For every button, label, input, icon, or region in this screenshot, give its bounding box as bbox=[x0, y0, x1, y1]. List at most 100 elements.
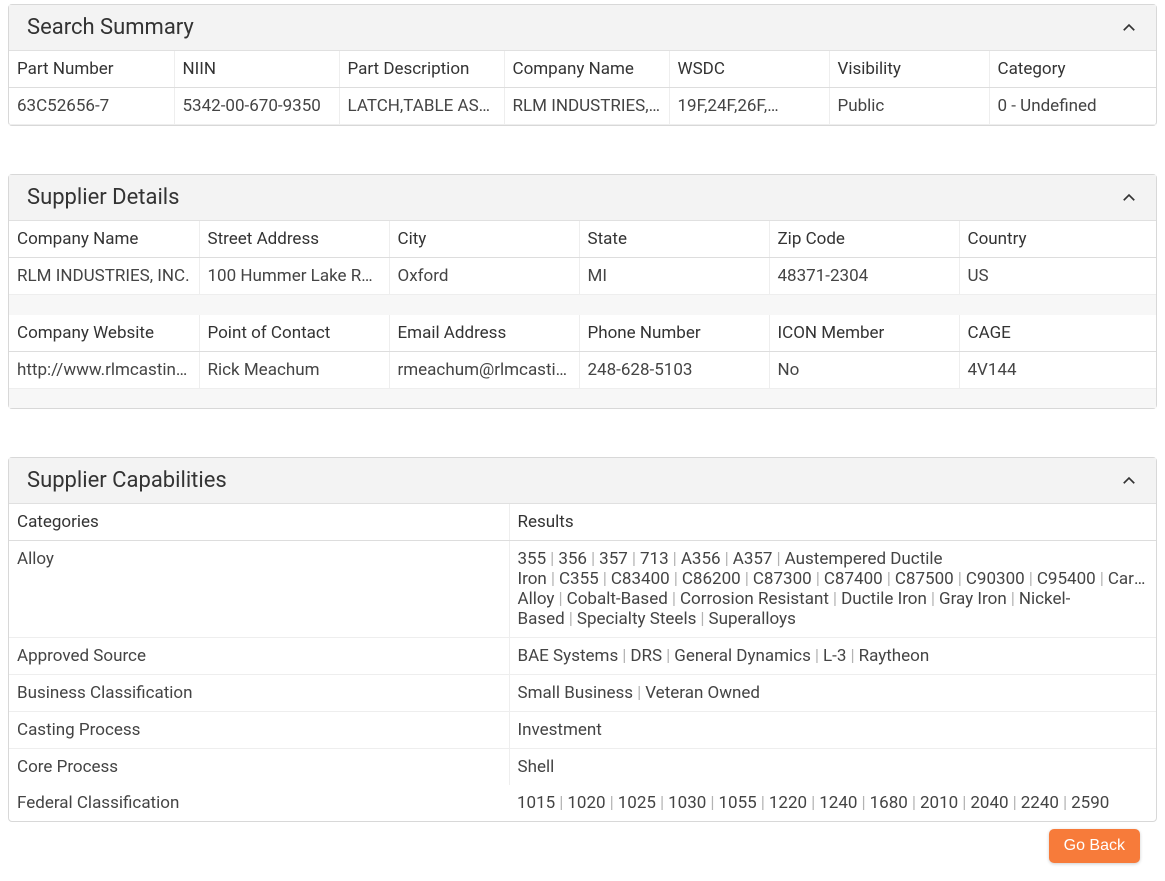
result-value: 2040 bbox=[970, 793, 1008, 813]
separator: | bbox=[1007, 589, 1019, 609]
cell-results: 355|356|357|713|A356|A357|Austempered Du… bbox=[509, 541, 1156, 638]
col-website: Company Website bbox=[9, 315, 199, 352]
separator: | bbox=[811, 646, 823, 666]
separator: | bbox=[846, 646, 858, 666]
chevron-up-icon bbox=[1120, 189, 1138, 207]
cell-category: Alloy bbox=[9, 541, 509, 638]
col-icon-member: ICON Member bbox=[769, 315, 959, 352]
result-value: C87500 bbox=[895, 569, 954, 589]
col-poc: Point of Contact bbox=[199, 315, 389, 352]
cutoff-category: Federal Classification bbox=[9, 785, 509, 821]
result-value: 2010 bbox=[920, 793, 958, 813]
result-value: Cobalt-Based bbox=[567, 589, 668, 609]
separator: | bbox=[554, 589, 566, 609]
result-value: Gray Iron bbox=[939, 589, 1007, 609]
result-value: 2590 bbox=[1071, 793, 1109, 813]
col-phone: Phone Number bbox=[579, 315, 769, 352]
col-street: Street Address bbox=[199, 221, 389, 258]
cell-website: http://www.rlmcasting… bbox=[9, 351, 199, 388]
cutoff-results: 1015|1020|1025|1030|1055|1220|1240|1680|… bbox=[509, 785, 1117, 821]
cell-city: Oxford bbox=[389, 258, 579, 295]
table-row[interactable]: RLM INDUSTRIES, INC. 100 Hummer Lake Roa… bbox=[9, 258, 1156, 295]
col-cage: CAGE bbox=[959, 315, 1156, 352]
cell-poc: Rick Meachum bbox=[199, 351, 389, 388]
separator: | bbox=[1009, 793, 1021, 813]
supplier-capabilities-header[interactable]: Supplier Capabilities bbox=[9, 458, 1156, 504]
go-back-button[interactable]: Go Back bbox=[1049, 829, 1140, 863]
col-company-name: Company Name bbox=[9, 221, 199, 258]
cell-icon-member: No bbox=[769, 351, 959, 388]
col-state: State bbox=[579, 221, 769, 258]
separator: | bbox=[883, 569, 895, 589]
chevron-up-icon bbox=[1120, 472, 1138, 490]
separator: | bbox=[669, 549, 681, 569]
separator: | bbox=[958, 793, 970, 813]
separator: | bbox=[547, 569, 559, 589]
col-wsdc: WSDC bbox=[669, 51, 829, 88]
separator: | bbox=[662, 646, 674, 666]
separator: | bbox=[1025, 569, 1037, 589]
cell-results: Small Business|Veteran Owned bbox=[509, 675, 1156, 712]
separator: | bbox=[606, 793, 618, 813]
result-value: 356 bbox=[558, 549, 587, 569]
result-value: General Dynamics bbox=[674, 646, 811, 666]
separator: | bbox=[741, 569, 753, 589]
chevron-up-icon bbox=[1120, 19, 1138, 37]
col-city: City bbox=[389, 221, 579, 258]
result-value: 355 bbox=[518, 549, 547, 569]
separator: | bbox=[670, 569, 682, 589]
details-table: Company Name Street Address City State Z… bbox=[9, 221, 1156, 408]
table-header-row: Company Website Point of Contact Email A… bbox=[9, 315, 1156, 352]
col-part-description: Part Description bbox=[339, 51, 504, 88]
table-header-row: Company Name Street Address City State Z… bbox=[9, 221, 1156, 258]
result-value: C87400 bbox=[824, 569, 883, 589]
separator: | bbox=[546, 549, 558, 569]
result-value: Shell bbox=[518, 757, 555, 777]
result-value: 1020 bbox=[567, 793, 605, 813]
search-summary-header[interactable]: Search Summary bbox=[9, 5, 1156, 51]
table-row: Approved SourceBAE Systems|DRS|General D… bbox=[9, 638, 1156, 675]
separator: | bbox=[807, 793, 819, 813]
result-value: Ductile Iron bbox=[841, 589, 927, 609]
col-categories: Categories bbox=[9, 504, 509, 541]
result-value: Corrosion Resistant bbox=[680, 589, 829, 609]
cell-part-description: LATCH,TABLE ASSE… bbox=[339, 88, 504, 125]
separator: | bbox=[668, 589, 680, 609]
cell-cage: 4V144 bbox=[959, 351, 1156, 388]
panel-title: Search Summary bbox=[27, 15, 194, 40]
separator: | bbox=[908, 793, 920, 813]
supplier-details-header[interactable]: Supplier Details bbox=[9, 175, 1156, 221]
separator: | bbox=[706, 793, 718, 813]
table-row: Alloy355|356|357|713|A356|A357|Austemper… bbox=[9, 541, 1156, 638]
result-value: 1015 bbox=[517, 793, 555, 813]
col-part-number: Part Number bbox=[9, 51, 174, 88]
separator: | bbox=[633, 683, 645, 703]
result-value: DRS bbox=[630, 646, 662, 666]
result-value: 1680 bbox=[870, 793, 908, 813]
result-value: C355 bbox=[559, 569, 599, 589]
result-value: C83400 bbox=[611, 569, 670, 589]
cell-visibility: Public bbox=[829, 88, 989, 125]
result-value: C90300 bbox=[966, 569, 1025, 589]
separator: | bbox=[1096, 569, 1108, 589]
separator: | bbox=[954, 569, 966, 589]
cell-niin: 5342-00-670-9350 bbox=[174, 88, 339, 125]
col-country: Country bbox=[959, 221, 1156, 258]
result-value: C87300 bbox=[753, 569, 812, 589]
table-row: Casting ProcessInvestment bbox=[9, 712, 1156, 749]
result-value: 713 bbox=[640, 549, 669, 569]
result-value: BAE Systems bbox=[518, 646, 619, 666]
result-value: Raytheon bbox=[859, 646, 930, 666]
table-row[interactable]: 63C52656-7 5342-00-670-9350 LATCH,TABLE … bbox=[9, 88, 1156, 125]
panel-title: Supplier Capabilities bbox=[27, 468, 227, 493]
result-value: 1055 bbox=[719, 793, 757, 813]
cell-state: MI bbox=[579, 258, 769, 295]
cell-results: Investment bbox=[509, 712, 1156, 749]
separator: | bbox=[812, 569, 824, 589]
separator: | bbox=[565, 609, 577, 629]
separator: | bbox=[1059, 793, 1071, 813]
table-row[interactable]: http://www.rlmcasting… Rick Meachum rmea… bbox=[9, 351, 1156, 388]
summary-table: Part Number NIIN Part Description Compan… bbox=[9, 51, 1156, 125]
cell-category: 0 - Undefined bbox=[989, 88, 1156, 125]
cell-street: 100 Hummer Lake Road bbox=[199, 258, 389, 295]
